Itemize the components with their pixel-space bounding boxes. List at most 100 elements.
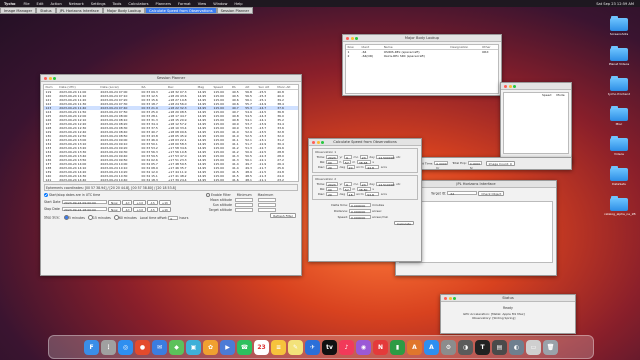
desktop-folder[interactable]: DataSets xyxy=(604,166,634,186)
dock-app-icon[interactable]: ⚙ xyxy=(441,339,456,355)
obs-field[interactable]: 14.510000 xyxy=(376,182,395,187)
menu-calculators[interactable]: Calculators xyxy=(128,2,148,6)
menu-edit[interactable]: Edit xyxy=(37,2,44,6)
calculate-button[interactable]: Calculate xyxy=(393,220,414,226)
transit-time-field[interactable]: 0.0000 hr xyxy=(434,161,449,169)
date-nav-button[interactable]: +1h xyxy=(158,200,172,205)
table-row[interactable]: 141 2023-09-24 14:40 2023-09-24 10:40 00 34… xyxy=(44,178,298,181)
obs-field[interactable]: 00 xyxy=(326,187,338,192)
planner-table[interactable]: Num Date (UTC) Date (Local) RA Dec Mag Speed PA… xyxy=(43,84,299,182)
obs-field[interactable]: 23 xyxy=(359,155,368,160)
dock-app-icon[interactable]: ● xyxy=(135,339,150,355)
date-nav-button[interactable]: -1h xyxy=(146,200,158,205)
minimize-button[interactable] xyxy=(508,84,512,88)
date-nav-button[interactable]: +1h xyxy=(158,207,172,212)
tab-calculate-speed-from-observations[interactable]: Calculate Speed from Observations xyxy=(145,7,217,14)
dock-app-icon[interactable]: ▣ xyxy=(186,339,201,355)
delta-time-field[interactable]: 0.000000 xyxy=(348,203,371,208)
obs-field[interactable]: 20 xyxy=(326,192,338,197)
dock-app-icon[interactable]: ▶ xyxy=(220,339,235,355)
obs-field[interactable]: 00 xyxy=(326,160,338,165)
date-nav-button[interactable]: -1h xyxy=(146,207,158,212)
utc-checkbox[interactable] xyxy=(44,193,48,197)
dock-app-icon[interactable]: ◆ xyxy=(169,339,184,355)
dock-app-icon[interactable]: ⋮ xyxy=(101,339,116,355)
obs-field[interactable]: 57 xyxy=(342,160,351,165)
obs-field[interactable]: 20 xyxy=(326,165,338,170)
horizons-output[interactable] xyxy=(399,200,553,263)
desktop-folder[interactable]: Misc xyxy=(604,106,634,126)
obs-field[interactable]: 20 xyxy=(346,165,355,170)
clock[interactable]: Sat Sep 23 12:59 AM xyxy=(596,2,634,6)
dock-app-icon[interactable]: ✈ xyxy=(305,339,320,355)
obs-field[interactable]: 14.500000 xyxy=(376,155,395,160)
image-count-button[interactable]: Image Count: 0 xyxy=(485,161,515,166)
app-menu[interactable]: Tycho xyxy=(4,2,16,6)
tab-jpl-horizons-interface[interactable]: JPL Horizons Interface xyxy=(55,7,103,14)
refresh-filter-button[interactable]: Refresh Filter xyxy=(270,213,296,218)
obs-field[interactable]: 57 xyxy=(342,187,351,192)
dock-app-icon[interactable]: N xyxy=(373,339,388,355)
menu-network[interactable]: Network xyxy=(69,2,84,6)
check-object-button[interactable]: Check Object xyxy=(478,191,505,196)
date-nav-button[interactable]: +1d xyxy=(133,207,146,212)
filter-max-field[interactable] xyxy=(258,198,276,202)
filter-min-field[interactable] xyxy=(235,198,253,202)
obs-field[interactable]: 38.80 xyxy=(356,187,371,192)
menu-file[interactable]: File xyxy=(24,2,30,6)
filter-min-field[interactable] xyxy=(235,203,253,207)
dock-app-icon[interactable]: ✉ xyxy=(152,339,167,355)
dock-app-icon[interactable]: ◑ xyxy=(458,339,473,355)
obs-field[interactable]: 18 xyxy=(346,192,355,197)
obs-field[interactable]: 38.68 xyxy=(356,160,371,165)
date-nav-button[interactable]: Now xyxy=(108,200,121,205)
tab-major-body-lookup[interactable]: Major Body Lookup xyxy=(102,7,146,14)
body-table[interactable]: Row Ident Name Designation Other 1 -64 OSIRIS-R… xyxy=(345,44,499,94)
dock-app-icon[interactable]: ≡ xyxy=(271,339,286,355)
tab-status[interactable]: Status xyxy=(36,7,56,14)
dock-app-icon[interactable]: ✿ xyxy=(203,339,218,355)
close-button[interactable] xyxy=(504,84,507,88)
obs-field[interactable]: 9 xyxy=(344,155,353,160)
menu-planners[interactable]: Planners xyxy=(156,2,171,6)
dock-app-icon[interactable]: ♪ xyxy=(339,339,354,355)
date-nav-button[interactable]: -1d xyxy=(121,200,133,205)
desktop-folder[interactable]: tycho-frontend xyxy=(604,76,634,96)
dock-app-icon[interactable]: 23 xyxy=(254,339,269,355)
dock-app-icon[interactable]: ◎ xyxy=(118,339,133,355)
dock-app-icon[interactable]: T xyxy=(475,339,490,355)
tab-session-planner[interactable]: Session Planner xyxy=(216,7,254,14)
tab-image-manager[interactable]: Image Manager xyxy=(0,7,37,14)
desktop-folder[interactable]: Screenshots xyxy=(604,16,634,36)
desktop-folder[interactable]: catalog_alpha_ne_2B xyxy=(604,196,636,216)
date-nav-button[interactable]: -1d xyxy=(121,207,133,212)
date-nav-button[interactable]: Now xyxy=(108,207,121,212)
distance-field[interactable]: 0.000000 xyxy=(348,209,371,214)
dock-app-icon[interactable]: ◉ xyxy=(356,339,371,355)
dock-app-icon[interactable]: ▭ xyxy=(526,339,541,355)
speed-field[interactable]: 0.000000 xyxy=(348,215,371,220)
filter-min-field[interactable] xyxy=(235,208,253,212)
menu-view[interactable]: View xyxy=(198,2,207,6)
menu-action[interactable]: Action xyxy=(51,2,62,6)
obs-field[interactable]: 2023 xyxy=(326,182,338,187)
menu-window[interactable]: Window xyxy=(213,2,227,6)
menu-settings[interactable]: Settings xyxy=(91,2,106,6)
dock-app-icon[interactable]: F xyxy=(84,339,99,355)
obs-field[interactable]: 9 xyxy=(344,182,353,187)
total-exp-field[interactable]: 0.0000 hr xyxy=(467,161,482,169)
enable-filter-checkbox[interactable] xyxy=(206,193,210,197)
obs-field[interactable]: 53.8 xyxy=(365,192,380,197)
dock-app-icon[interactable]: ✎ xyxy=(288,339,303,355)
date-nav-button[interactable]: +1d xyxy=(133,200,146,205)
table-row[interactable]: 2 -64(OR) Osiris-REx SRC (spacecraft) xyxy=(346,54,498,58)
zoom-button[interactable] xyxy=(513,84,516,88)
menu-help[interactable]: Help xyxy=(234,2,242,6)
desktop-folder[interactable]: Planet Videos xyxy=(604,46,634,66)
dock-app-icon[interactable]: A xyxy=(407,339,422,355)
filter-max-field[interactable] xyxy=(258,203,276,207)
obs-field[interactable]: 2023 xyxy=(326,155,338,160)
dock-app-icon[interactable]: tv xyxy=(322,339,337,355)
target-id-field[interactable]: -64 xyxy=(447,191,478,196)
obs-field[interactable]: 23 xyxy=(359,182,368,187)
